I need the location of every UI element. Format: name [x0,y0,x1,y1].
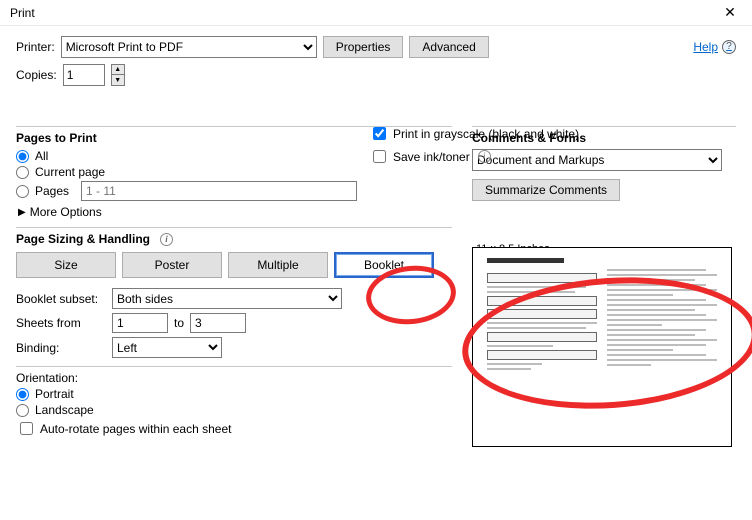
radio-all[interactable] [16,150,29,163]
autorotate-label: Auto-rotate pages within each sheet [40,422,231,436]
pages-range-input[interactable] [81,181,357,201]
saveink-label: Save ink/toner [393,150,470,164]
radio-portrait-label: Portrait [35,387,74,401]
help-link[interactable]: Help ? [693,40,736,54]
radio-portrait[interactable] [16,388,29,401]
booklet-subset-select[interactable]: Both sides [112,288,342,309]
radio-pages-label: Pages [35,184,69,198]
summarize-comments-button[interactable]: Summarize Comments [472,179,620,201]
saveink-checkbox[interactable] [373,150,386,163]
info-icon: i [160,233,173,246]
page-sizing-group: Page Sizing & Handling i Size Poster Mul… [16,227,452,358]
orientation-title: Orientation: [16,371,452,385]
help-icon: ? [722,40,736,54]
copies-spin-down[interactable]: ▼ [111,75,125,86]
radio-landscape[interactable] [16,404,29,417]
sheets-from-input[interactable] [112,313,168,333]
chevron-right-icon: ▶ [18,207,26,218]
copies-label: Copies: [16,68,57,82]
orientation-group: Orientation: Portrait Landscape Auto-rot… [16,366,452,438]
seg-booklet[interactable]: Booklet [334,252,434,278]
binding-select[interactable]: Left [112,337,222,358]
seg-size[interactable]: Size [16,252,116,278]
advanced-button[interactable]: Advanced [409,36,488,58]
copies-spin-up[interactable]: ▲ [111,64,125,75]
print-preview: 11 x 8.5 Inches [472,247,736,447]
autorotate-checkbox[interactable] [20,422,33,435]
page-sizing-title: Page Sizing & Handling [16,232,150,246]
window-title: Print [10,6,714,20]
radio-landscape-label: Landscape [35,403,94,417]
more-options-toggle[interactable]: ▶ More Options [16,205,452,219]
info-icon: i [478,150,491,163]
seg-poster[interactable]: Poster [122,252,222,278]
preview-page [472,247,732,447]
properties-button[interactable]: Properties [323,36,404,58]
sheets-to-input[interactable] [190,313,246,333]
radio-current-label: Current page [35,165,105,179]
radio-current[interactable] [16,166,29,179]
binding-label: Binding: [16,341,106,355]
printer-label: Printer: [16,40,55,54]
booklet-subset-label: Booklet subset: [16,292,106,306]
copies-input[interactable] [63,64,105,86]
sheets-to-label: to [174,316,184,330]
grayscale-checkbox[interactable] [373,127,386,140]
printer-select[interactable]: Microsoft Print to PDF [61,36,317,58]
radio-all-label: All [35,149,48,163]
seg-multiple[interactable]: Multiple [228,252,328,278]
close-button[interactable]: ✕ [714,2,746,24]
sheets-from-label: Sheets from [16,316,106,330]
radio-pages[interactable] [16,185,29,198]
grayscale-label: Print in grayscale (black and white) [393,127,579,141]
